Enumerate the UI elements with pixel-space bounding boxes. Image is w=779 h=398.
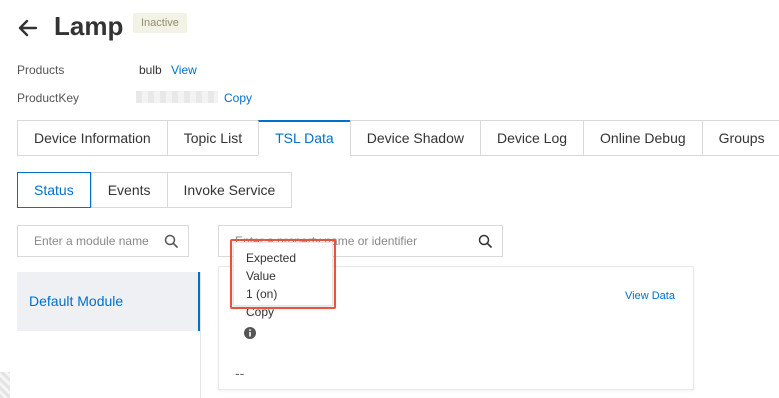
productkey-copy-link[interactable]: Copy (224, 91, 252, 105)
productkey-masked-value (136, 91, 218, 103)
tab-device-shadow[interactable]: Device Shadow (349, 120, 480, 156)
tab-topic-list[interactable]: Topic List (166, 120, 259, 156)
module-list: Default Module (17, 272, 201, 331)
productkey-label: ProductKey (17, 91, 80, 105)
products-label: Products (17, 63, 65, 77)
tooltip-value: 1 (on) (246, 287, 278, 301)
back-arrow-icon[interactable] (16, 16, 40, 40)
panel-divider (200, 272, 201, 398)
tab-device-information[interactable]: Device Information (17, 120, 167, 156)
expected-value-tooltip: Expected Value 1 (on) Copy (233, 242, 333, 319)
tab-online-debug[interactable]: Online Debug (583, 120, 702, 156)
subtab-invoke-service[interactable]: Invoke Service (166, 172, 293, 208)
page-title: Lamp (54, 11, 124, 41)
tooltip-copy-link[interactable]: Copy (246, 303, 320, 321)
edge-decoration (0, 372, 10, 398)
sub-tabs: Status Events Invoke Service (17, 172, 293, 208)
module-search-box (17, 225, 189, 257)
products-value: bulb (139, 63, 162, 77)
subtab-status[interactable]: Status (17, 172, 91, 208)
property-value: -- (235, 365, 245, 381)
tab-groups[interactable]: Groups (701, 120, 779, 156)
subtab-events[interactable]: Events (90, 172, 167, 208)
search-icon[interactable] (478, 234, 492, 248)
products-view-link[interactable]: View (171, 63, 197, 77)
module-item-default[interactable]: Default Module (29, 293, 123, 309)
main-tabs: Device Information Topic List TSL Data D… (17, 120, 779, 156)
tab-device-log[interactable]: Device Log (479, 120, 584, 156)
status-badge: Inactive (133, 13, 187, 33)
info-icon[interactable] (243, 326, 257, 340)
module-search-input[interactable] (18, 226, 158, 256)
tab-tsl-data[interactable]: TSL Data (258, 120, 350, 156)
tooltip-title: Expected Value (246, 251, 297, 283)
view-data-link[interactable]: View Data (625, 290, 675, 302)
search-icon[interactable] (164, 234, 178, 248)
